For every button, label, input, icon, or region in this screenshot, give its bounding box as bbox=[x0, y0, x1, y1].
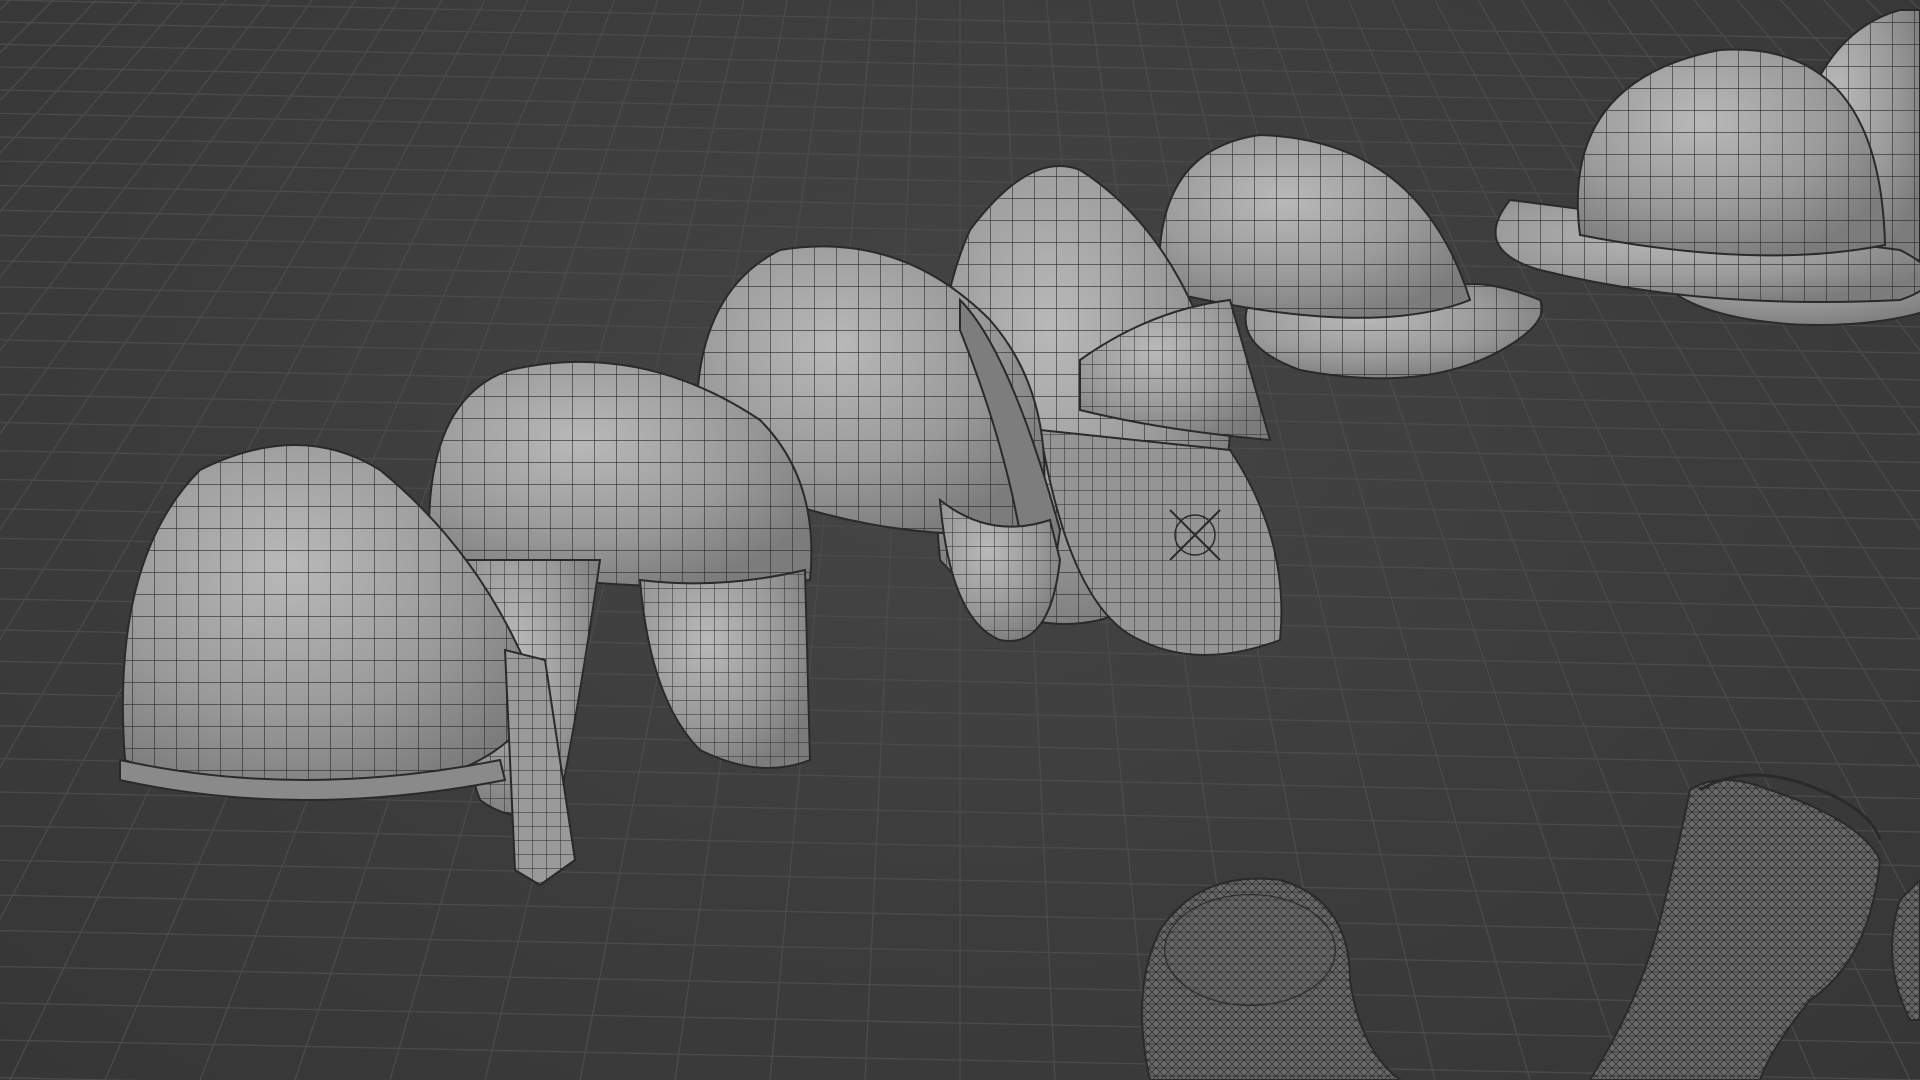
sculpt-boot-right[interactable] bbox=[1588, 773, 1882, 1080]
viewport-canvas bbox=[0, 0, 1920, 1080]
sculpt-boot-left[interactable] bbox=[1141, 877, 1402, 1080]
grid-line bbox=[864, 0, 918, 1080]
3d-viewport[interactable] bbox=[0, 0, 1920, 1080]
sculpt-partial-edge[interactable] bbox=[1891, 878, 1920, 1021]
